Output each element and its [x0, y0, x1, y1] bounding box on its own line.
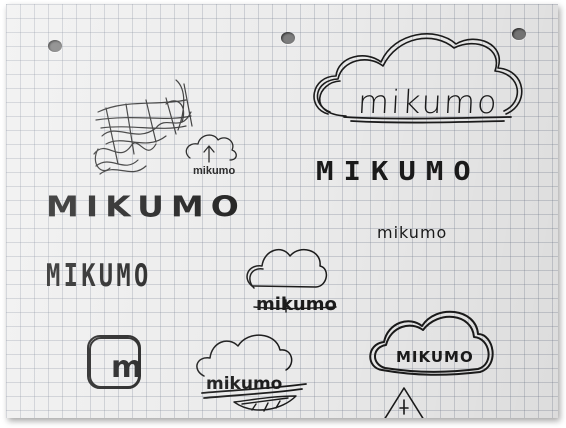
small-lowercase-wordmark: mikumo	[377, 223, 448, 242]
caps-wordmark-left: MIKUMO	[46, 189, 246, 224]
grid-paper-sheet: mikumo mikumo MIKUMO MIKUMO mikumo MIKUM…	[6, 4, 558, 418]
triangle-sketch	[384, 387, 424, 418]
lower-cloud-outline	[196, 334, 293, 377]
large-cloud-wordmark: mikumo	[357, 83, 500, 121]
caps-wordmark-right: MIKUMO	[316, 156, 481, 186]
tiny-cloud-wordmark: mikumo	[193, 165, 236, 177]
medium-cloud-wordmark: mikumo	[256, 294, 337, 315]
scribbled-out-draft	[93, 79, 193, 175]
photo-frame: mikumo mikumo MIKUMO MIKUMO mikumo MIKUM…	[0, 0, 566, 428]
m-app-icon-letter: m	[111, 350, 143, 385]
cloud-badge-wordmark: MIKUMO	[396, 348, 474, 366]
tiny-cloud-with-arrow	[185, 134, 237, 163]
lower-cloud-wordmark: mikumo	[206, 374, 283, 394]
medium-cloud-outline	[246, 248, 328, 289]
leaf-mark	[233, 395, 297, 412]
striped-wordmark: MIKUMO	[46, 257, 152, 294]
